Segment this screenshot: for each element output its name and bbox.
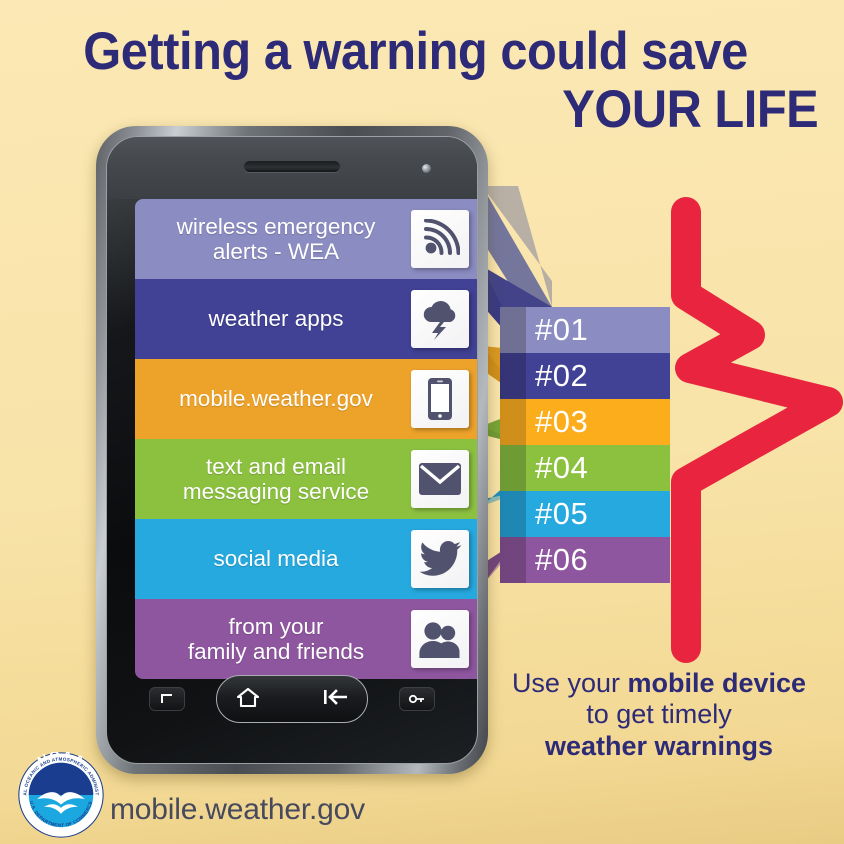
- label-line-1: text and email: [205, 453, 347, 479]
- front-camera-icon: [422, 164, 431, 173]
- tagline: Use your mobile device to get timely wea…: [484, 668, 834, 762]
- label-line-2: alerts - WEA: [212, 239, 340, 264]
- noaa-seal: NOAA NATIONAL OCEANIC AND ATMOSPHERIC AD…: [18, 752, 104, 838]
- page-title: Getting a warning could save YOUR LIFE: [0, 22, 844, 136]
- envelope-icon: [411, 450, 469, 508]
- list-item-label: social media: [145, 546, 411, 571]
- list-item-label: weather apps: [145, 306, 411, 331]
- number-tab-2: [500, 353, 526, 399]
- mobile-phone-icon: [411, 370, 469, 428]
- number-bar-6: #06: [500, 537, 670, 583]
- tagline-line-1: Use your mobile device: [484, 668, 834, 699]
- label-line-2: messaging service: [182, 479, 370, 504]
- tagline-bold-weather-warnings: weather warnings: [544, 730, 774, 761]
- storm-cloud-icon: [411, 290, 469, 348]
- menu-button[interactable]: [149, 687, 185, 711]
- tagline-line-2: to get timely: [586, 699, 732, 730]
- label-line-1: wireless emergency: [176, 213, 376, 239]
- label-line-1: mobile.weather.gov: [179, 386, 373, 412]
- number-bar-label: #06: [535, 542, 589, 577]
- home-back-button-group[interactable]: [216, 675, 368, 723]
- phone-top-bar: [107, 137, 477, 199]
- number-bar-2: #02: [500, 353, 670, 399]
- number-bar-label: #02: [535, 358, 589, 393]
- list-item-label: mobile.weather.gov: [145, 386, 411, 411]
- number-bar-4: #04: [500, 445, 670, 491]
- footer-url[interactable]: mobile.weather.gov: [110, 793, 365, 827]
- smartphone-illustration: wireless emergency alerts - WEA weather …: [96, 126, 488, 774]
- number-bar-label: #04: [535, 450, 589, 485]
- alert-sources-list: wireless emergency alerts - WEA weather …: [135, 199, 477, 679]
- number-bar-3: #03: [500, 399, 670, 445]
- number-bar-5: #05: [500, 491, 670, 537]
- tagline-line-3: weather warnings: [484, 731, 834, 762]
- earpiece-speaker-icon: [244, 161, 340, 172]
- list-item-label: from your family and friends: [145, 614, 411, 664]
- tagline-plain: Use your: [511, 668, 628, 698]
- list-item-wireless-emergency-alerts[interactable]: wireless emergency alerts - WEA: [135, 199, 477, 279]
- number-tab-1: [500, 307, 526, 353]
- number-tab-6: [500, 537, 526, 583]
- home-button[interactable]: [236, 687, 260, 712]
- list-item-text-email-messaging[interactable]: text and email messaging service: [135, 439, 477, 519]
- list-item-family-and-friends[interactable]: from your family and friends: [135, 599, 477, 679]
- number-bar-1: #01: [500, 307, 670, 353]
- phone-screen: wireless emergency alerts - WEA weather …: [106, 136, 478, 764]
- list-item-social-media[interactable]: social media: [135, 519, 477, 599]
- list-item-label: text and email messaging service: [145, 454, 411, 504]
- label-line-1: from your: [228, 613, 324, 639]
- lock-key-button[interactable]: [399, 687, 435, 711]
- label-line-2: family and friends: [187, 639, 365, 664]
- twitter-bird-icon: [411, 530, 469, 588]
- number-bar-label: #05: [535, 496, 589, 531]
- list-item-label: wireless emergency alerts - WEA: [145, 214, 411, 264]
- label-line-1: weather apps: [208, 306, 344, 332]
- number-bars-list: #01 #02 #03 #04 #05 #06: [500, 307, 684, 587]
- number-bar-label: #03: [535, 404, 589, 439]
- label-line-1: social media: [213, 546, 339, 572]
- tagline-bold-mobile-device: mobile device: [627, 668, 807, 698]
- infographic-poster: Getting a warning could save YOUR LIFE #…: [0, 0, 844, 844]
- number-bar-label: #01: [535, 312, 589, 347]
- list-item-weather-apps[interactable]: weather apps: [135, 279, 477, 359]
- back-button[interactable]: [323, 688, 348, 711]
- wireless-signal-icon: [411, 210, 469, 268]
- number-tab-3: [500, 399, 526, 445]
- people-icon: [411, 610, 469, 668]
- number-tab-5: [500, 491, 526, 537]
- phone-button-row: [107, 675, 477, 725]
- number-tab-4: [500, 445, 526, 491]
- headline-line-1: Getting a warning could save: [83, 22, 748, 81]
- list-item-mobile-weather-gov[interactable]: mobile.weather.gov: [135, 359, 477, 439]
